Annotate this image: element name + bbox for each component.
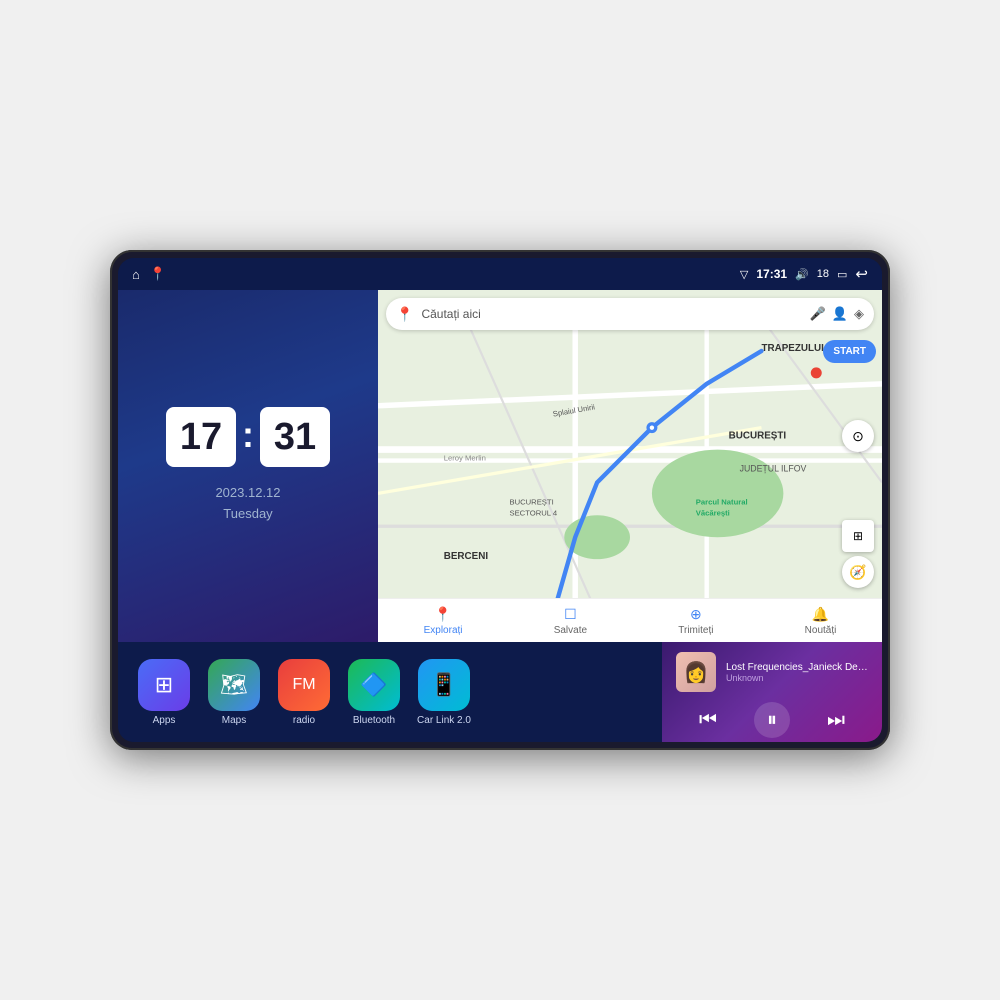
- voice-search-icon[interactable]: 🎤: [810, 306, 826, 322]
- map-nav-saved[interactable]: ☐ Salvate: [554, 606, 587, 636]
- home-icon[interactable]: ⌂: [132, 267, 140, 282]
- explore-icon: 📍: [434, 606, 451, 623]
- location-icon: ⊙: [852, 428, 864, 445]
- back-icon[interactable]: ↩: [855, 265, 868, 283]
- volume-level: 18: [817, 268, 829, 280]
- map-nav-explore[interactable]: 📍 Explorați: [424, 606, 463, 636]
- app-item-radio[interactable]: FM radio: [274, 659, 334, 726]
- apps-icon-wrap: ⊞: [138, 659, 190, 711]
- clock-colon: :: [242, 414, 254, 456]
- status-bar: ⌂ 📍 ▽ 17:31 🔊 18 ▭ ↩: [118, 258, 882, 290]
- music-controls: ⏮ ⏸ ⏭: [676, 702, 868, 738]
- clock-display: 17 : 31: [166, 407, 330, 467]
- map-search-right: 🎤 👤 ◈: [810, 306, 864, 322]
- svg-text:Văcărești: Văcărești: [696, 508, 730, 517]
- svg-text:TRAPEZULUI: TRAPEZULUI: [761, 343, 824, 354]
- stacked-layers-icon: ⊞: [853, 529, 863, 543]
- saved-icon: ☐: [564, 606, 577, 623]
- carlink-label: Car Link 2.0: [417, 715, 471, 726]
- news-label: Noutăți: [805, 625, 837, 636]
- svg-text:Leroy Merlin: Leroy Merlin: [444, 454, 486, 463]
- map-layers-button[interactable]: ⊞: [842, 520, 874, 552]
- clock-date: 2023.12.12 Tuesday: [215, 483, 280, 525]
- apps-label: Apps: [153, 715, 176, 726]
- music-player: 👩 Lost Frequencies_Janieck Devy-... Unkn…: [662, 642, 882, 742]
- explore-label: Explorați: [424, 625, 463, 636]
- news-icon: 🔔: [812, 606, 829, 623]
- compass-icon: 🧭: [849, 564, 866, 581]
- map-nav-bottom: 📍 Explorați ☐ Salvate ⊕ Trimiteți 🔔: [378, 598, 882, 642]
- maps-icon-wrap: 🗺: [208, 659, 260, 711]
- music-info: 👩 Lost Frequencies_Janieck Devy-... Unkn…: [676, 652, 868, 692]
- carlink-icon-wrap: 📱: [418, 659, 470, 711]
- bluetooth-icon: 🔷: [360, 672, 387, 698]
- radio-icon-wrap: FM: [278, 659, 330, 711]
- send-icon: ⊕: [690, 606, 702, 623]
- clock-panel: 17 : 31 2023.12.12 Tuesday: [118, 290, 378, 642]
- map-location-button[interactable]: ⊙: [842, 420, 874, 452]
- app-item-apps[interactable]: ⊞ Apps: [134, 659, 194, 726]
- layers-icon[interactable]: ◈: [854, 306, 864, 322]
- music-text: Lost Frequencies_Janieck Devy-... Unknow…: [726, 662, 868, 683]
- signal-icon: ▽: [740, 268, 748, 281]
- radio-icon: FM: [292, 676, 315, 694]
- maps-app-icon: 🗺: [220, 672, 248, 698]
- status-left-icons: ⌂ 📍: [132, 266, 166, 282]
- maps-label: Maps: [222, 715, 246, 726]
- bottom-section: ⊞ Apps 🗺 Maps FM radio: [118, 642, 882, 742]
- previous-button[interactable]: ⏮: [690, 702, 726, 738]
- app-item-carlink[interactable]: 📱 Car Link 2.0: [414, 659, 474, 726]
- svg-text:BUCUREȘTI: BUCUREȘTI: [509, 497, 553, 506]
- map-nav-news[interactable]: 🔔 Noutăți: [805, 606, 837, 636]
- app-item-maps[interactable]: 🗺 Maps: [204, 659, 264, 726]
- volume-icon: 🔊: [795, 268, 809, 281]
- music-title: Lost Frequencies_Janieck Devy-...: [726, 662, 868, 673]
- svg-text:JUDEȚUL ILFOV: JUDEȚUL ILFOV: [740, 463, 807, 473]
- top-section: 17 : 31 2023.12.12 Tuesday: [118, 290, 882, 642]
- map-nav-send[interactable]: ⊕ Trimiteți: [678, 606, 713, 636]
- clock-hours: 17: [166, 407, 236, 467]
- radio-label: radio: [293, 715, 315, 726]
- saved-label: Salvate: [554, 625, 587, 636]
- map-compass-button[interactable]: 🧭: [842, 556, 874, 588]
- album-art: 👩: [676, 652, 716, 692]
- svg-text:SECTORUL 4: SECTORUL 4: [509, 508, 557, 517]
- maps-icon[interactable]: 📍: [150, 266, 166, 282]
- battery-icon: ▭: [837, 268, 847, 281]
- map-start-button[interactable]: START: [823, 340, 876, 363]
- app-icons-row: ⊞ Apps 🗺 Maps FM radio: [118, 642, 662, 742]
- search-text[interactable]: Căutați aici: [421, 307, 801, 321]
- account-icon[interactable]: 👤: [832, 306, 848, 322]
- send-label: Trimiteți: [678, 625, 713, 636]
- screen: ⌂ 📍 ▽ 17:31 🔊 18 ▭ ↩ 17 :: [118, 258, 882, 742]
- maps-logo-icon: 📍: [396, 306, 413, 323]
- device: ⌂ 📍 ▽ 17:31 🔊 18 ▭ ↩ 17 :: [110, 250, 890, 750]
- next-button[interactable]: ⏭: [818, 702, 854, 738]
- map-svg: TRAPEZULUI BUCUREȘTI JUDEȚUL ILFOV BERCE…: [378, 290, 882, 642]
- bluetooth-icon-wrap: 🔷: [348, 659, 400, 711]
- album-face: 👩: [676, 652, 716, 692]
- map-search-bar[interactable]: 📍 Căutați aici 🎤 👤 ◈: [386, 298, 874, 330]
- play-pause-button[interactable]: ⏸: [754, 702, 790, 738]
- svg-text:BUCUREȘTI: BUCUREȘTI: [729, 431, 787, 442]
- status-right-info: ▽ 17:31 🔊 18 ▭ ↩: [740, 265, 868, 283]
- time-display: 17:31: [756, 267, 787, 281]
- music-artist: Unknown: [726, 673, 868, 683]
- svg-text:BERCENI: BERCENI: [444, 551, 489, 562]
- map-panel[interactable]: TRAPEZULUI BUCUREȘTI JUDEȚUL ILFOV BERCE…: [378, 290, 882, 642]
- bluetooth-label: Bluetooth: [353, 715, 395, 726]
- svg-text:Parcul Natural: Parcul Natural: [696, 497, 748, 506]
- clock-minutes: 31: [260, 407, 330, 467]
- main-area: 17 : 31 2023.12.12 Tuesday: [118, 290, 882, 742]
- app-item-bluetooth[interactable]: 🔷 Bluetooth: [344, 659, 404, 726]
- carlink-icon: 📱: [430, 672, 457, 698]
- apps-icon: ⊞: [155, 672, 173, 698]
